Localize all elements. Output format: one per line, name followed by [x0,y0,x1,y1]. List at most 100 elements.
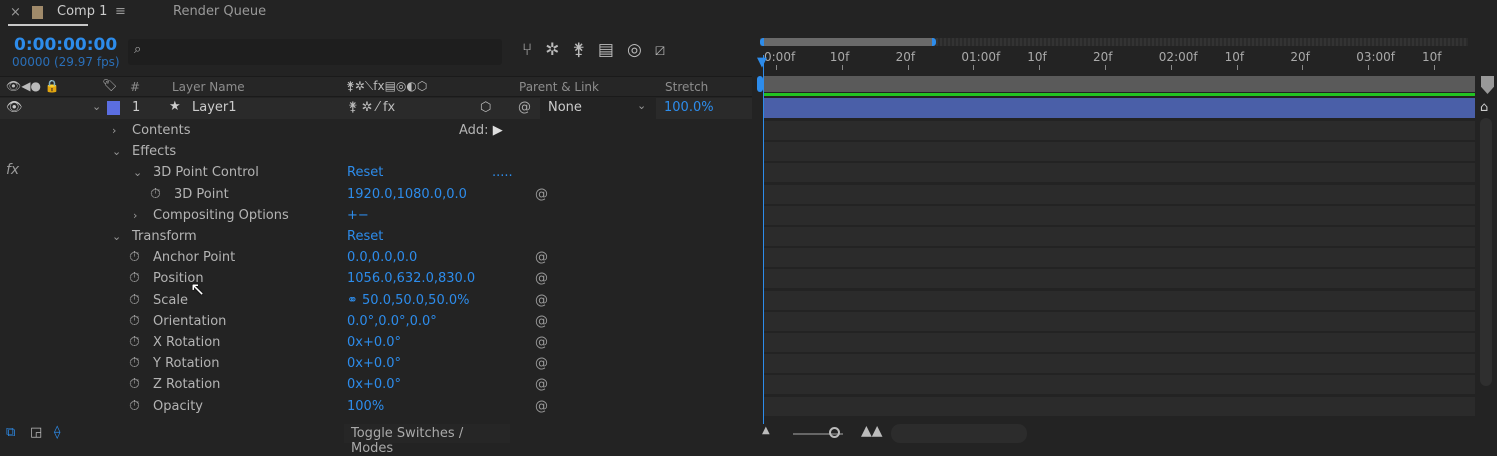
stopwatch-icon[interactable]: ⏱ [129,332,140,353]
property-value[interactable]: +− [347,205,369,226]
tab-render-queue[interactable]: Render Queue [173,4,266,19]
property-value[interactable]: 1056.0,632.0,830.0 [347,268,475,289]
visibility-eye-icon[interactable]: 👁 [6,100,23,115]
layer-switches[interactable]: ⚵ ✲ ⁄ fx [348,100,395,115]
close-tab-icon[interactable]: × [10,5,21,20]
property-value[interactable]: 0.0,0.0,0.0 [347,247,417,268]
active-tab-underline [8,24,88,26]
stopwatch-icon[interactable]: ⏱ [129,268,140,289]
tab-comp-1[interactable]: Comp 1 [57,4,107,19]
pickwhip-icon[interactable]: @ [518,100,531,115]
layer-row[interactable]: 👁 ⌄ 1 ★ Layer1 ⚵ ✲ ⁄ fx ⬡ @ None ⌄ 100.0… [0,98,752,119]
property-row[interactable]: ⌄ 3D Point Control Reset..... [0,162,752,183]
property-row[interactable]: › Compositing Options +− [0,205,752,226]
property-value[interactable]: 100% [347,396,384,417]
switch-icons: ⚵✲⟍fx▤◎◐⬡ [346,79,428,93]
property-row[interactable]: ⏱ Scale ⚭ 50.0,50.0,50.0% @ [0,290,752,311]
property-row[interactable]: ⏱ X Rotation 0x+0.0° @ [0,332,752,353]
property-row[interactable]: ⏱ Orientation 0.0°,0.0°,0.0° @ [0,311,752,332]
3d-layer-icon[interactable]: ⬡ [480,100,491,115]
expression-pickwhip-icon[interactable]: @ [535,184,548,205]
expression-pickwhip-icon[interactable]: @ [535,374,548,395]
expression-pickwhip-icon[interactable]: @ [535,311,548,332]
expand-chevron-icon[interactable]: ⌄ [92,100,101,113]
expression-pickwhip-icon[interactable]: @ [535,290,548,311]
chevron-down-icon[interactable]: ⌄ [112,226,121,247]
expression-pickwhip-icon[interactable]: @ [535,268,548,289]
stopwatch-icon[interactable]: ⏱ [150,184,161,205]
stopwatch-icon[interactable]: ⏱ [129,396,140,417]
vertical-scrollbar[interactable] [1480,118,1492,386]
comp-button-icon[interactable]: ⌂ [1480,100,1488,115]
draft-3d-icon[interactable]: ✲ [545,40,572,60]
stopwatch-icon[interactable]: ⏱ [129,311,140,332]
property-row[interactable]: › Contents Add: ▶ [0,120,752,141]
time-ruler[interactable]: 0:00f 10f 20f 01:00f 10f 20f 02:00f 10f 20f 03:00… [760,50,1475,74]
expression-pickwhip-icon[interactable]: @ [535,332,548,353]
add-menu-button[interactable]: Add: ▶ [459,120,503,141]
property-value[interactable]: Reset [347,162,383,183]
expression-pickwhip-icon[interactable]: @ [535,353,548,374]
chevron-down-icon[interactable]: ⌄ [112,141,121,162]
property-row[interactable]: ⏱ Anchor Point 0.0,0.0,0.0 @ [0,247,752,268]
frame-blending-icon[interactable]: ▤ [598,40,627,60]
motion-blur-icon[interactable]: ◎ [627,40,655,60]
property-row[interactable]: ⏱ Opacity 100% @ [0,396,752,417]
property-value[interactable]: 1920.0,1080.0,0.0 [347,184,467,205]
parent-dropdown[interactable]: None ⌄ [540,98,656,119]
zoom-out-icon[interactable]: ▲ [762,425,770,436]
layer-color-label[interactable] [107,101,120,115]
stretch-value[interactable]: 100.0% [664,100,714,115]
work-area-bar[interactable] [764,76,1475,92]
shy-icon[interactable]: ⚵ [572,40,597,60]
property-value[interactable]: 0.0°,0.0°,0.0° [347,311,437,332]
column-layer-name[interactable]: Layer Name [172,80,245,94]
stopwatch-icon[interactable]: ⏱ [129,290,140,311]
shape-layer-star-icon: ★ [169,99,181,114]
stopwatch-icon[interactable]: ⏱ [129,374,140,395]
graph-editor-icon[interactable]: ⧄ [655,40,678,60]
chevron-right-icon[interactable]: › [133,205,137,226]
tab-menu-icon[interactable]: ≡ [115,4,126,19]
in-out-toggle-icon[interactable]: ⟠ [54,425,60,440]
column-stretch[interactable]: Stretch [665,80,708,94]
toggle-switches-modes-button[interactable]: Toggle Switches / Modes [344,424,510,456]
ruler-tick-mark [1170,65,1172,70]
zoom-slider-thumb[interactable] [829,427,840,438]
column-parent-link[interactable]: Parent & Link [519,80,599,94]
property-value[interactable]: ⚭ 50.0,50.0,50.0% [347,290,469,311]
flowchart-icon[interactable]: ⑂ [522,40,545,60]
horizontal-scrollbar[interactable] [891,424,1027,443]
property-row[interactable]: ⏱ 3D Point 1920.0,1080.0,0.0 @ [0,184,752,205]
layer-switches-toggle-icon[interactable]: ⧉ [6,425,15,440]
chevron-down-icon[interactable]: ⌄ [133,162,142,183]
property-value[interactable]: Reset [347,226,383,247]
property-row[interactable]: ⌄ Effects [0,141,752,162]
property-value[interactable]: 0x+0.0° [347,353,401,374]
property-value[interactable]: 0x+0.0° [347,332,401,353]
stopwatch-icon[interactable]: ⏱ [129,247,140,268]
playhead-icon[interactable]: ▼ [757,55,767,70]
parent-value: None [548,100,582,115]
transfer-controls-toggle-icon[interactable]: ◲ [30,425,42,440]
property-row[interactable]: ⌄ Transform Reset [0,226,752,247]
expression-pickwhip-icon[interactable]: @ [535,396,548,417]
zoom-in-icon[interactable]: ▲▲ [861,423,883,439]
property-row[interactable]: ⏱ Z Rotation 0x+0.0° @ [0,374,752,395]
property-row[interactable]: ⏱ Position 1056.0,632.0,830.0 @ [0,268,752,289]
stopwatch-icon[interactable]: ⏱ [129,353,140,374]
property-value[interactable]: 0x+0.0° [347,374,401,395]
search-input[interactable]: ⌕ [128,39,502,65]
property-label: Compositing Options [153,207,289,223]
property-row[interactable]: ⏱ Y Rotation 0x+0.0° @ [0,353,752,374]
time-navigator-handle[interactable] [760,38,936,46]
current-time-indicator[interactable] [763,55,764,424]
timecode[interactable]: 0:00:00:00 [14,35,117,55]
chevron-right-icon[interactable]: › [112,120,116,141]
layer-duration-bar[interactable] [764,98,1475,118]
expression-pickwhip-icon[interactable]: @ [535,247,548,268]
timeline-row [764,354,1475,374]
mouse-cursor-icon: ↖ [190,279,206,300]
layer-name[interactable]: Layer1 [192,100,237,115]
timeline-row [764,227,1475,246]
